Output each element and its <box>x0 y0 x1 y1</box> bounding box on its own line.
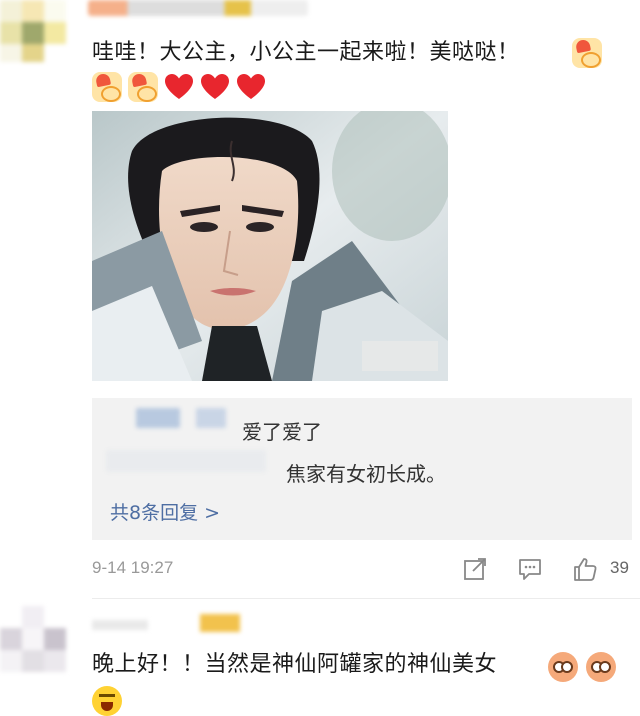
reply-text: 焦家有女初长成。 <box>286 462 446 486</box>
username[interactable] <box>92 614 242 632</box>
reply-text: 爱了爱了 <box>242 420 322 444</box>
love-emoji <box>128 72 158 102</box>
comment-divider <box>92 598 640 599</box>
reply-username[interactable] <box>136 408 180 428</box>
more-replies-link[interactable]: 共8条回复 > <box>110 498 220 525</box>
shocked-face-emoji <box>548 652 578 682</box>
love-emoji <box>572 38 602 68</box>
love-emoji <box>92 72 122 102</box>
reply-username[interactable] <box>106 450 266 472</box>
reply-preview-box[interactable]: 爱了爱了 焦家有女初长成。 共8条回复 > <box>92 398 632 540</box>
avatar[interactable] <box>0 0 70 62</box>
comment-meta-row: 9-14 19:27 39 <box>92 556 632 584</box>
shocked-face-emoji <box>586 652 616 682</box>
comment-text: 晚上好！！当然是神仙阿罐家的神仙美女 <box>92 652 498 677</box>
red-heart-icon <box>164 73 194 101</box>
red-heart-icon <box>236 73 266 101</box>
reply-username[interactable] <box>196 408 226 428</box>
crying-emoji <box>92 686 122 716</box>
comment-image[interactable] <box>92 111 448 381</box>
comment-icon[interactable] <box>517 556 543 582</box>
thumbs-up-icon[interactable] <box>572 556 598 582</box>
share-icon[interactable] <box>462 556 488 582</box>
comment-text: 哇哇！大公主，小公主一起来啦！美哒哒！ <box>92 40 520 65</box>
username[interactable] <box>88 0 308 16</box>
red-heart-icon <box>200 73 230 101</box>
like-count: 39 <box>610 558 629 577</box>
timestamp: 9-14 19:27 <box>92 558 174 577</box>
emoji-row <box>92 72 266 102</box>
avatar[interactable] <box>0 606 68 672</box>
